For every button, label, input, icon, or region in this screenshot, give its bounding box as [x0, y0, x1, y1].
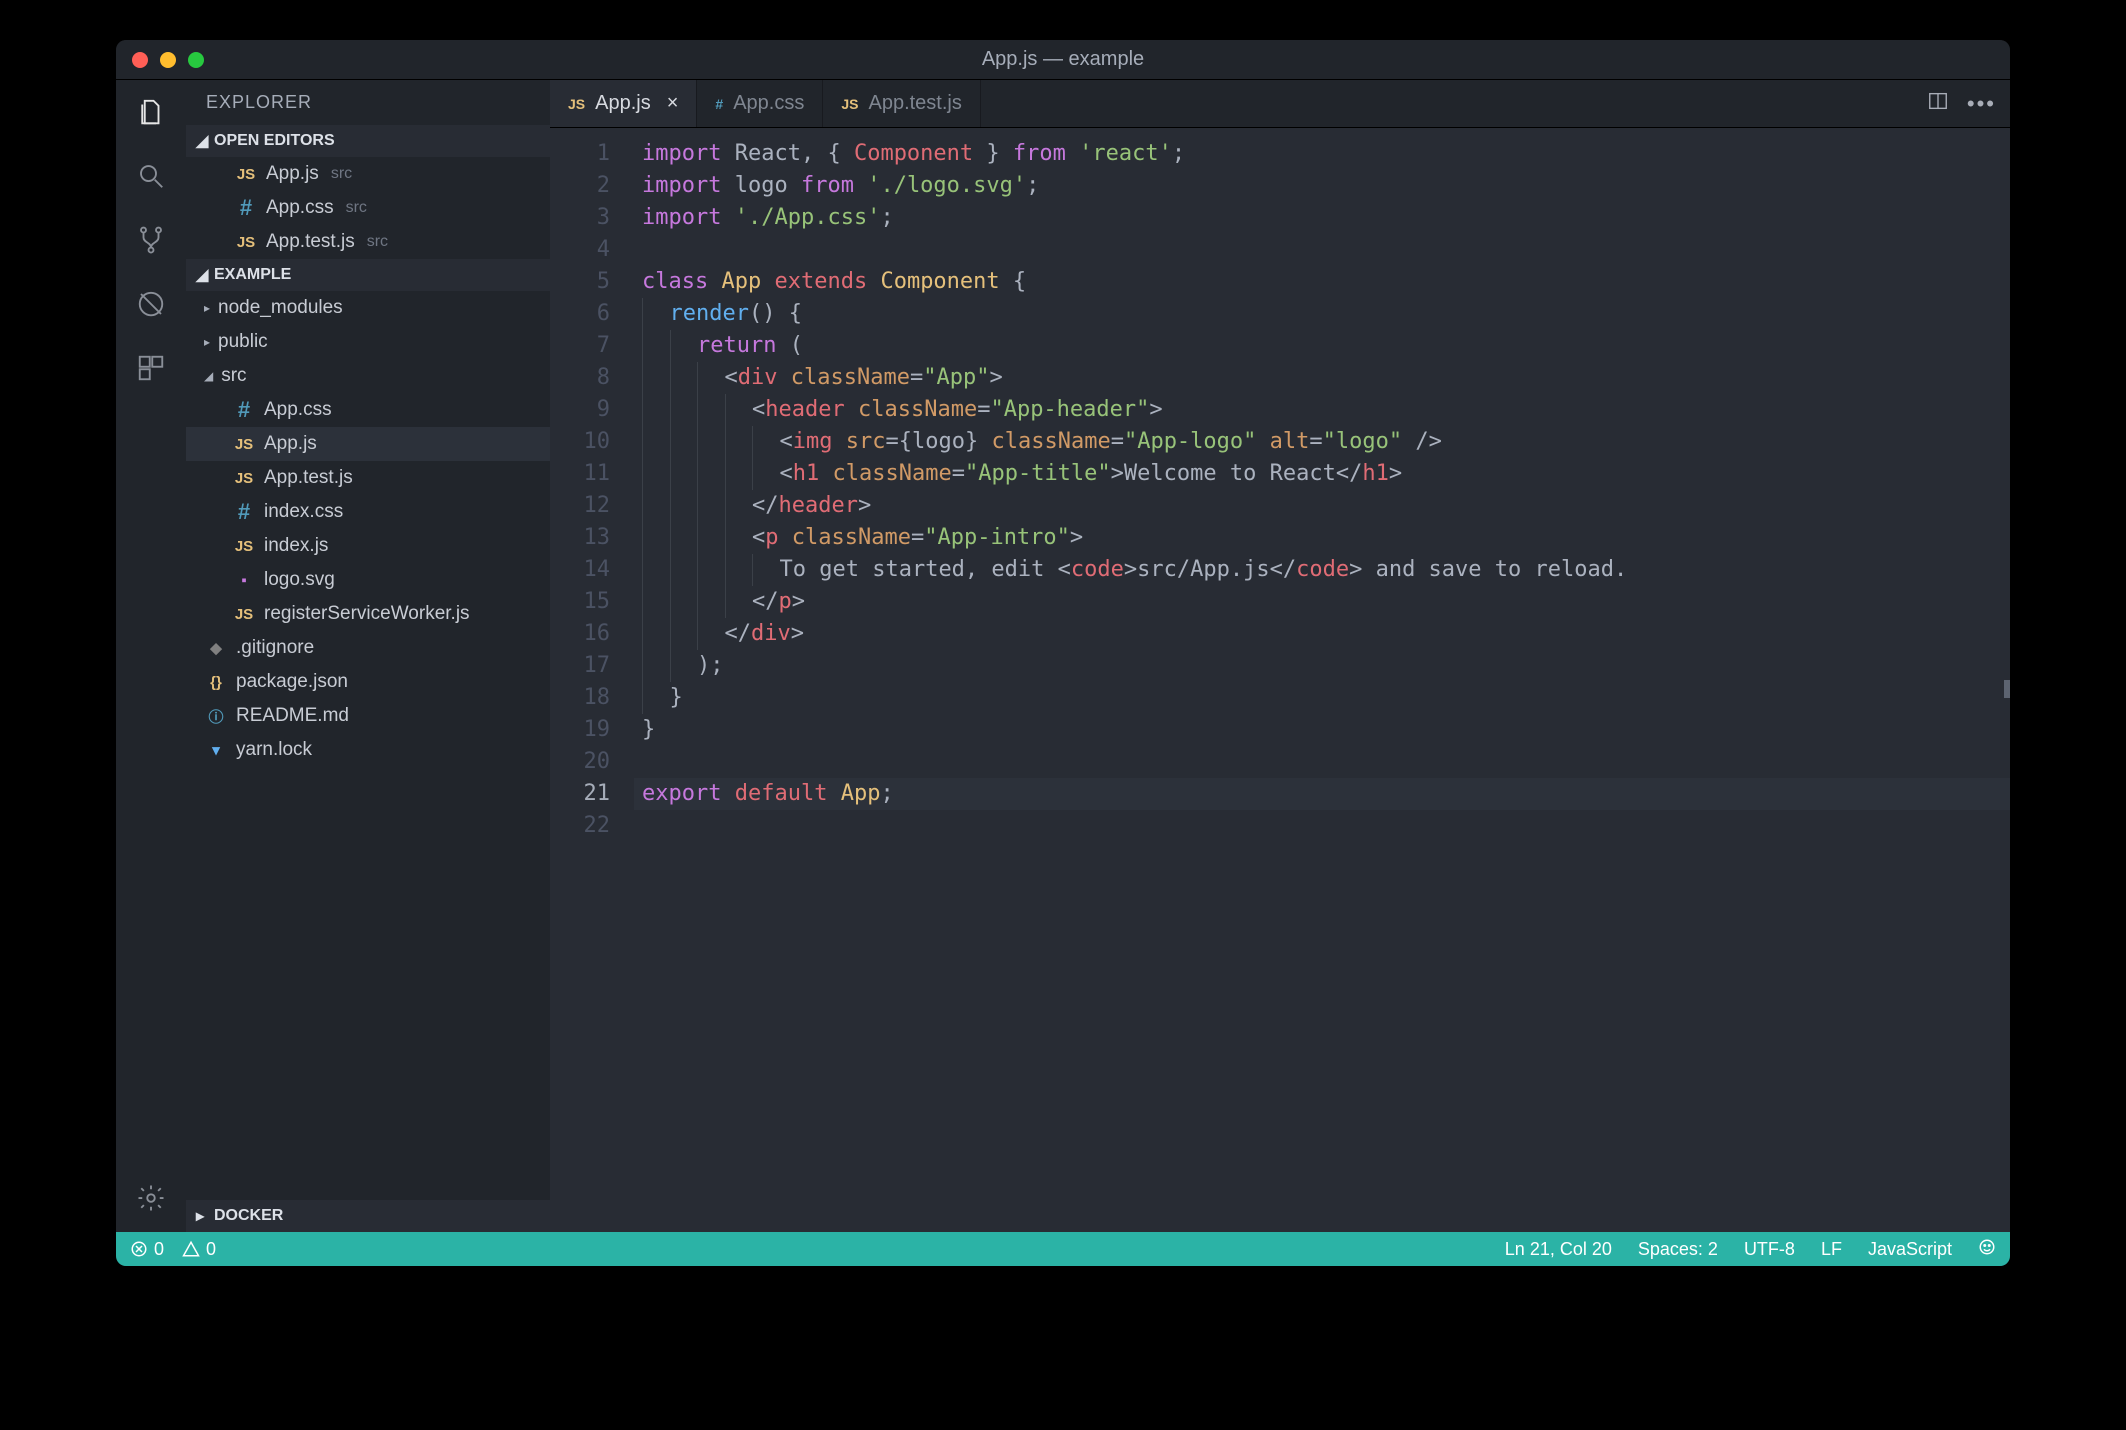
file-item[interactable]: #index.css	[186, 495, 550, 529]
file-item[interactable]: JSindex.js	[186, 529, 550, 563]
status-errors[interactable]: 0	[130, 1239, 164, 1260]
example-folder-header[interactable]: ◢ EXAMPLE	[186, 259, 550, 291]
file-item[interactable]: {}package.json	[186, 665, 550, 699]
editor-window: App.js — example	[116, 40, 2010, 1266]
open-editor-item[interactable]: JSApp.jssrc	[186, 157, 550, 191]
file-item[interactable]: JSregisterServiceWorker.js	[186, 597, 550, 631]
file-item[interactable]: ◆.gitignore	[186, 631, 550, 665]
sidebar: EXPLORER ◢ OPEN EDITORS JSApp.jssrc#App.…	[186, 80, 550, 1232]
tab-actions: •••	[1927, 80, 2010, 127]
open-editors-header[interactable]: ◢ OPEN EDITORS	[186, 125, 550, 157]
chevron-down-icon: ◢	[196, 131, 206, 151]
status-indentation[interactable]: Spaces: 2	[1638, 1239, 1718, 1260]
status-cursor-position[interactable]: Ln 21, Col 20	[1505, 1239, 1612, 1260]
open-editor-item[interactable]: JSApp.test.jssrc	[186, 225, 550, 259]
settings-gear-icon[interactable]	[133, 1180, 169, 1216]
maximize-window-button[interactable]	[188, 52, 204, 68]
file-item[interactable]: #App.css	[186, 393, 550, 427]
folder-item[interactable]: ▸node_modules	[186, 291, 550, 325]
editor-tab[interactable]: #App.css	[697, 80, 823, 127]
file-item[interactable]: ▪logo.svg	[186, 563, 550, 597]
code-editor[interactable]: 12345678910111213141516171819202122 impo…	[550, 128, 2010, 1232]
tab-bar: JSApp.js×#App.cssJSApp.test.js •••	[550, 80, 2010, 128]
window-title: App.js — example	[116, 48, 2010, 71]
file-item[interactable]: JSApp.js	[186, 427, 550, 461]
extensions-icon[interactable]	[133, 350, 169, 386]
scrollbar-thumb[interactable]	[2004, 680, 2010, 698]
file-item[interactable]: ⓘREADME.md	[186, 699, 550, 733]
editor-tab[interactable]: JSApp.js×	[550, 80, 697, 127]
status-feedback-icon[interactable]	[1978, 1238, 1996, 1261]
status-language[interactable]: JavaScript	[1868, 1239, 1952, 1260]
close-tab-icon[interactable]: ×	[667, 92, 679, 115]
explorer-icon[interactable]	[133, 94, 169, 130]
folder-item[interactable]: ▸public	[186, 325, 550, 359]
status-warnings[interactable]: 0	[182, 1239, 216, 1260]
chevron-down-icon: ◢	[196, 265, 206, 285]
status-eol[interactable]: LF	[1821, 1239, 1842, 1260]
activity-bar	[116, 80, 186, 1232]
status-bar: 0 0 Ln 21, Col 20 Spaces: 2 UTF-8 LF Jav…	[116, 1232, 2010, 1266]
open-editor-item[interactable]: #App.csssrc	[186, 191, 550, 225]
file-item[interactable]: JSApp.test.js	[186, 461, 550, 495]
minimize-window-button[interactable]	[160, 52, 176, 68]
status-encoding[interactable]: UTF-8	[1744, 1239, 1795, 1260]
folder-item[interactable]: ◢src	[186, 359, 550, 393]
split-editor-icon[interactable]	[1927, 90, 1949, 117]
file-item[interactable]: ▾yarn.lock	[186, 733, 550, 767]
debug-icon[interactable]	[133, 286, 169, 322]
editor-area: JSApp.js×#App.cssJSApp.test.js ••• 12345…	[550, 80, 2010, 1232]
search-icon[interactable]	[133, 158, 169, 194]
chevron-right-icon: ▸	[196, 1206, 206, 1226]
sidebar-title: EXPLORER	[186, 80, 550, 125]
close-window-button[interactable]	[132, 52, 148, 68]
more-actions-icon[interactable]: •••	[1967, 91, 1996, 117]
editor-tab[interactable]: JSApp.test.js	[823, 80, 981, 127]
docker-section-header[interactable]: ▸ DOCKER	[186, 1200, 550, 1232]
source-control-icon[interactable]	[133, 222, 169, 258]
traffic-lights	[132, 52, 204, 68]
titlebar[interactable]: App.js — example	[116, 40, 2010, 80]
